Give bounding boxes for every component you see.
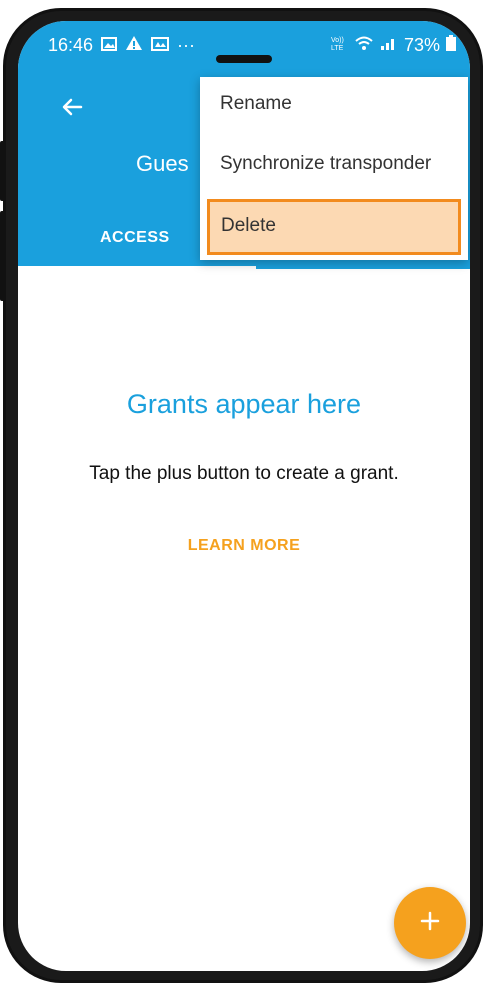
warning-icon [125, 35, 143, 56]
more-indicator: ··· [177, 35, 196, 55]
image-icon [101, 35, 118, 56]
plus-icon [419, 910, 441, 937]
menu-item-label: Delete [221, 215, 276, 236]
menu-item-label: Synchronize transponder [220, 153, 432, 174]
phone-frame: 16:46 ··· Vo)) LTE 73% Gues ACCESS Renam… [0, 8, 483, 983]
phone-speaker [216, 55, 272, 63]
gallery-icon [151, 35, 170, 56]
empty-state-description: Tap the plus button to create a grant. [89, 463, 399, 484]
menu-item-delete[interactable]: Delete [207, 199, 461, 255]
learn-more-link[interactable]: LEARN MORE [18, 537, 470, 555]
overflow-menu: Rename Synchronize transponder Delete [200, 77, 468, 260]
volte-icon: Vo)) LTE [330, 35, 348, 56]
side-button [0, 141, 6, 201]
svg-text:Vo)): Vo)) [331, 37, 344, 44]
svg-text:LTE: LTE [331, 45, 344, 51]
screen: 16:46 ··· Vo)) LTE 73% Gues ACCESS Renam… [18, 21, 470, 971]
back-arrow-icon[interactable] [56, 91, 88, 123]
battery-percent: 73% [403, 35, 440, 55]
wifi-icon [354, 35, 374, 56]
side-button [0, 211, 6, 301]
add-grant-button[interactable] [394, 887, 466, 959]
menu-item-rename[interactable]: Rename [200, 77, 468, 133]
status-bar: 16:46 ··· Vo)) LTE 73% [18, 21, 470, 73]
signal-icon [380, 35, 398, 56]
tab-indicator [18, 266, 256, 269]
battery-icon [446, 35, 456, 56]
status-time: 16:46 [48, 35, 94, 55]
page-title: Gues [136, 151, 189, 176]
menu-item-label: Rename [220, 93, 292, 114]
empty-state-title: Grants appear here [126, 389, 362, 419]
menu-item-synchronize-transponder[interactable]: Synchronize transponder [200, 137, 468, 193]
tab-access[interactable]: ACCESS [100, 229, 170, 247]
